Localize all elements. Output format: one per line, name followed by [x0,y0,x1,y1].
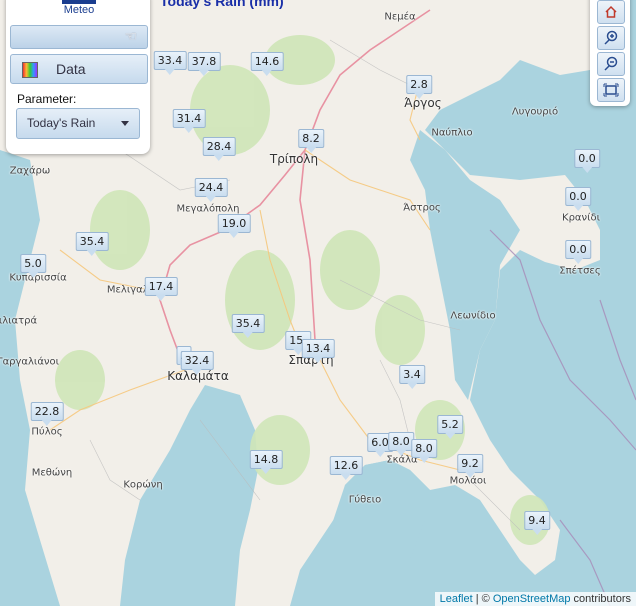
meteo-logo-text: Meteo [63,4,95,16]
place-label-kyparissia: Κυπαρισσία [9,272,67,284]
place-label-methoni: Μεθώνη [31,467,73,479]
station-marker[interactable]: 32.4 [180,351,214,375]
fullscreen-icon [603,83,619,97]
color-palette-icon [22,62,38,78]
station-marker[interactable]: 5.2 [437,415,463,439]
parameter-select-value: Today's Rain [27,116,96,130]
fullscreen-button[interactable] [597,78,625,102]
place-label-pylos: Πύλος [31,426,63,438]
station-marker[interactable]: 0.0 [574,149,600,173]
station-marker[interactable]: 12.6 [329,456,363,480]
place-label-koroni: Κορώνη [123,479,163,491]
place-label-tripoli: Τρίπολη [269,152,319,166]
station-marker[interactable]: 9.2 [457,454,483,478]
data-button-label: Data [56,61,86,77]
map-attribution: Leaflet | © OpenStreetMap contributors [434,592,636,606]
parameter-select[interactable]: Today's Rain [16,108,140,139]
control-panel: Meteo ☜ Data Parameter: Today's Rain [6,0,150,154]
station-marker[interactable]: 5.0 [20,254,46,278]
station-marker[interactable]: 0.0 [565,240,591,264]
station-marker[interactable]: 28.4 [202,137,236,161]
data-button[interactable]: Data [10,54,148,84]
zoom-in-icon [604,30,618,45]
station-marker[interactable]: 0.0 [565,187,591,211]
place-label-filiatra: Φιλιατρά [0,315,38,327]
station-marker[interactable]: 2.8 [406,75,432,99]
station-marker[interactable]: 8.0 [388,432,414,456]
place-label-spetses: Σπέτσες [559,265,601,277]
station-marker[interactable]: 33.4 [153,51,187,75]
station-marker[interactable]: 37.8 [187,52,221,76]
station-marker[interactable]: 3.4 [399,365,425,389]
place-label-leonidio: Λεωνίδιο [450,310,496,322]
station-marker[interactable]: 22.8 [30,402,64,426]
place-label-lygourio: Λυγουριό [511,106,559,118]
place-label-nafplio: Ναύπλιο [431,127,473,139]
map-title: Today's Rain (mm) [160,0,284,9]
chevron-down-icon [121,121,129,126]
home-icon [605,5,617,18]
map-viewport[interactable]: Νεμέα Άργος Ναύπλιο Λυγουριό Τρίπολη Ζαχ… [0,0,636,606]
station-marker[interactable]: 17.4 [144,277,178,301]
meteo-logo[interactable]: Meteo [56,0,102,18]
map-tools [590,0,630,106]
zoom-in-button[interactable] [597,26,625,50]
station-marker[interactable]: 35.4 [231,314,265,338]
place-label-gytheio: Γύθειο [348,494,382,506]
station-marker[interactable]: 13.4 [301,339,335,363]
station-marker[interactable]: 8.0 [411,439,437,463]
place-label-astros: Άστρος [403,202,441,214]
place-label-nemea: Νεμέα [384,11,416,23]
station-marker[interactable]: 8.2 [298,129,324,153]
parameter-label: Parameter: [17,92,77,106]
place-label-kranidi: Κρανίδι [562,212,600,224]
leaflet-link[interactable]: Leaflet [440,593,473,605]
zoom-out-button[interactable] [597,52,625,76]
station-marker[interactable]: 24.4 [194,178,228,202]
zoom-out-icon [604,56,618,71]
station-marker[interactable]: 19.0 [217,214,251,238]
station-marker[interactable]: 31.4 [172,109,206,133]
station-marker[interactable]: 14.6 [250,52,284,76]
osm-link[interactable]: OpenStreetMap [493,593,571,605]
place-label-gargalianoi: Γαργαλιάνοι [0,356,60,368]
station-marker[interactable]: 35.4 [75,232,109,256]
place-label-zacharo: Ζαχάρω [9,165,51,177]
place-label-megalopoli: Μεγαλόπολη [176,203,240,215]
station-marker[interactable]: 14.8 [249,450,283,474]
attribution-separator: | © [472,593,493,605]
time-slider[interactable]: ☜ [10,25,148,49]
attribution-contributors: contributors [570,593,631,605]
pointer-hand-icon[interactable]: ☜ [124,28,137,45]
station-marker[interactable]: 9.4 [524,511,550,535]
home-button[interactable] [597,0,625,24]
